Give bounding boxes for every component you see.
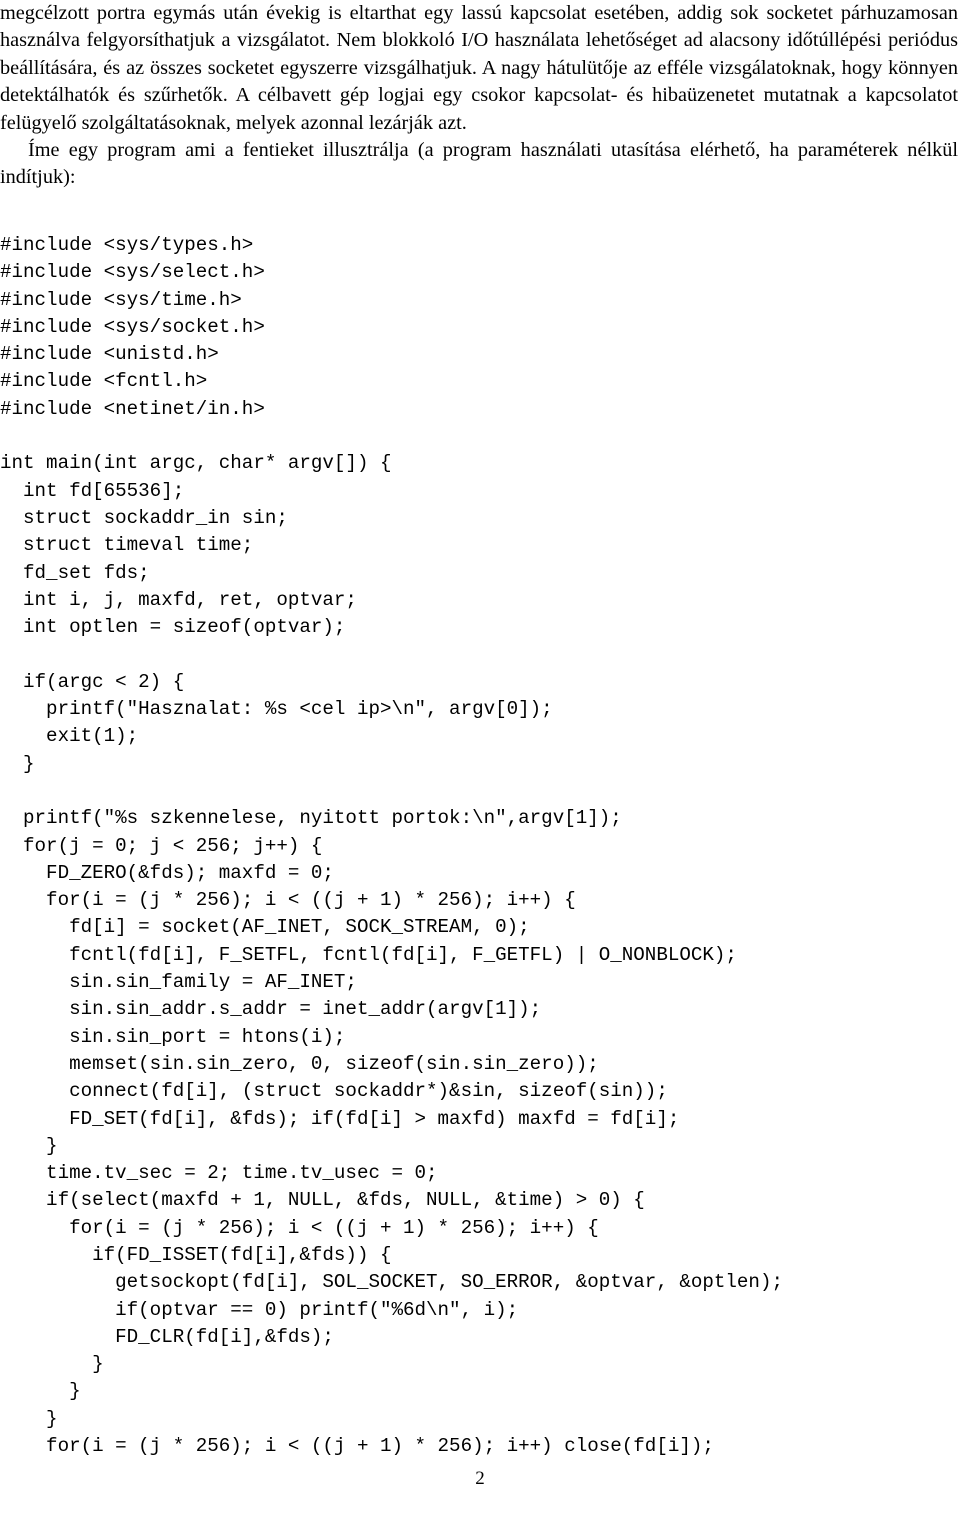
code-line: printf("%s szkennelese, nyitott portok:\… <box>0 807 622 830</box>
code-line: FD_ZERO(&fds); maxfd = 0; <box>0 861 334 884</box>
paragraph-1: megcélzott portra egymás után évekig is … <box>0 2 958 134</box>
code-line: #include <sys/socket.h> <box>0 315 265 338</box>
code-line: if(argc < 2) { <box>0 670 185 693</box>
code-line: #include <fcntl.h> <box>0 370 208 393</box>
code-line: exit(1); <box>0 725 139 748</box>
page-number: 2 <box>475 1468 485 1489</box>
code-line: sin.sin_family = AF_INET; <box>0 971 357 994</box>
code-line: time.tv_sec = 2; time.tv_usec = 0; <box>0 1162 438 1185</box>
code-line: for(j = 0; j < 256; j++) { <box>0 834 323 857</box>
code-line: printf("Hasznalat: %s <cel ip>\n", argv[… <box>0 698 553 721</box>
code-line: } <box>0 752 35 775</box>
code-line: if(optvar == 0) printf("%6d\n", i); <box>0 1298 519 1321</box>
paragraph-2: Íme egy program ami a fentieket illusztr… <box>0 139 958 189</box>
code-line: sin.sin_port = htons(i); <box>0 1025 346 1048</box>
body-text-block: megcélzott portra egymás után évekig is … <box>0 0 958 192</box>
code-line: #include <sys/time.h> <box>0 288 242 311</box>
code-line: for(i = (j * 256); i < ((j + 1) * 256); … <box>0 1435 714 1458</box>
code-line: #include <sys/select.h> <box>0 261 265 284</box>
code-line: } <box>0 1380 81 1403</box>
code-line: memset(sin.sin_zero, 0, sizeof(sin.sin_z… <box>0 1052 599 1075</box>
code-line: int fd[65536]; <box>0 479 185 502</box>
code-line: fd[i] = socket(AF_INET, SOCK_STREAM, 0); <box>0 916 530 939</box>
code-line: FD_CLR(fd[i],&fds); <box>0 1325 334 1348</box>
code-line: FD_SET(fd[i], &fds); if(fd[i] > maxfd) m… <box>0 1107 680 1130</box>
code-line: for(i = (j * 256); i < ((j + 1) * 256); … <box>0 1216 599 1239</box>
code-line: connect(fd[i], (struct sockaddr*)&sin, s… <box>0 1080 668 1103</box>
code-line: } <box>0 1407 58 1430</box>
code-line: struct sockaddr_in sin; <box>0 506 288 529</box>
document-page: megcélzott portra egymás után évekig is … <box>0 0 960 1520</box>
code-listing: #include <sys/types.h> #include <sys/sele… <box>0 232 958 1460</box>
code-line: getsockopt(fd[i], SOL_SOCKET, SO_ERROR, … <box>0 1271 783 1294</box>
code-line: #include <netinet/in.h> <box>0 397 265 420</box>
code-line: int optlen = sizeof(optvar); <box>0 616 346 639</box>
code-line: sin.sin_addr.s_addr = inet_addr(argv[1])… <box>0 998 542 1021</box>
code-line: #include <sys/types.h> <box>0 234 254 256</box>
code-line: fcntl(fd[i], F_SETFL, fcntl(fd[i], F_GET… <box>0 943 737 966</box>
code-line: struct timeval time; <box>0 534 254 557</box>
code-line: fd_set fds; <box>0 561 150 584</box>
code-line: int i, j, maxfd, ret, optvar; <box>0 588 357 611</box>
code-line: int main(int argc, char* argv[]) { <box>0 452 392 475</box>
code-line: if(FD_ISSET(fd[i],&fds)) { <box>0 1243 392 1266</box>
code-line: #include <unistd.h> <box>0 343 219 366</box>
code-line: } <box>0 1134 58 1157</box>
code-line: for(i = (j * 256); i < ((j + 1) * 256); … <box>0 889 576 912</box>
code-line: if(select(maxfd + 1, NULL, &fds, NULL, &… <box>0 1189 645 1212</box>
code-line: } <box>0 1353 104 1376</box>
